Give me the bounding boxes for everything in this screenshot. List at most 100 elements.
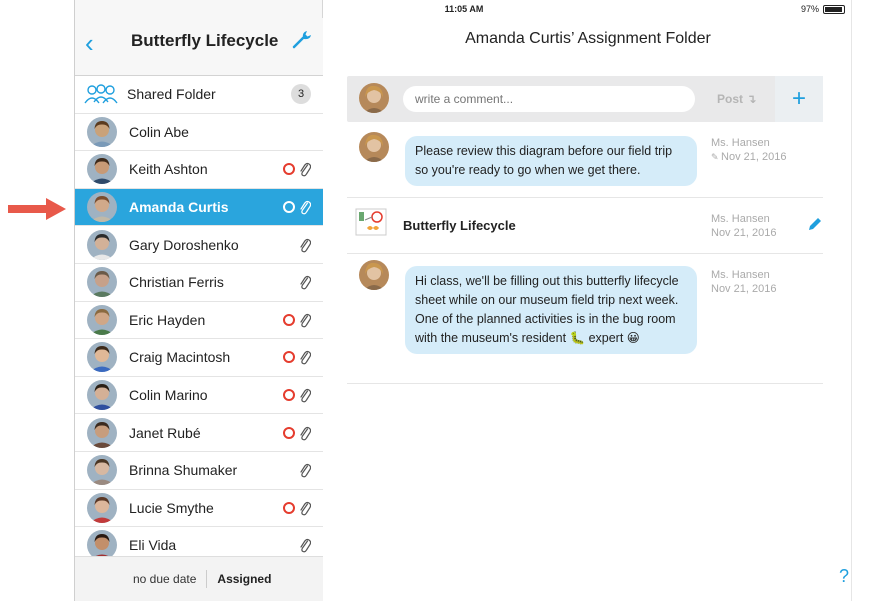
student-avatar xyxy=(87,154,117,185)
student-avatar xyxy=(87,492,117,523)
file-title[interactable]: Butterfly Lifecycle xyxy=(403,218,516,233)
battery-percent: 97% xyxy=(800,4,819,14)
wrench-icon[interactable] xyxy=(291,28,313,50)
student-row[interactable]: Christian Ferris xyxy=(75,263,323,302)
paperclip-icon xyxy=(300,464,311,478)
student-name: Colin Abe xyxy=(129,123,189,140)
student-avatar xyxy=(87,455,117,486)
incomplete-ring-icon xyxy=(283,313,295,326)
shared-folder-row[interactable]: Shared Folder 3 xyxy=(75,76,323,114)
student-name: Brinna Shumaker xyxy=(129,462,238,479)
student-name: Eli Vida xyxy=(129,537,177,554)
student-row[interactable]: Colin Abe xyxy=(75,113,323,152)
status-icons xyxy=(283,425,311,441)
student-avatar xyxy=(87,229,117,260)
student-name: Janet Rubé xyxy=(129,424,201,441)
pointer-arrow-icon xyxy=(8,198,66,220)
status-icons xyxy=(299,237,311,253)
shared-count-badge: 3 xyxy=(291,84,311,105)
incomplete-ring-icon xyxy=(283,163,295,176)
footer-divider xyxy=(206,570,208,588)
student-name: Christian Ferris xyxy=(129,274,224,291)
edit-pencil-icon[interactable] xyxy=(807,216,823,232)
student-name: Gary Doroshenko xyxy=(129,236,239,253)
status-icons xyxy=(283,199,311,215)
student-avatar xyxy=(87,530,117,556)
student-avatar xyxy=(87,304,117,335)
due-date-label[interactable]: no due date xyxy=(133,572,196,586)
student-name: Eric Hayden xyxy=(129,311,206,328)
student-sidebar: ‹ Butterfly Lifecycle Shared Folder 3 Co… xyxy=(75,0,323,601)
comment-author: Ms. Hansen xyxy=(711,269,770,281)
ipad-screen: iPad 11:05 AM 97% ‹ Butterfly Lifecycle xyxy=(74,0,852,601)
back-chevron-icon[interactable]: ‹ xyxy=(85,28,94,59)
comment-bubble: Hi class, we'll be filling out this butt… xyxy=(405,266,697,354)
student-name: Craig Macintosh xyxy=(129,349,231,366)
incomplete-ring-icon xyxy=(283,351,295,364)
paperclip-icon xyxy=(300,539,311,553)
student-row[interactable]: Craig Macintosh xyxy=(75,339,323,377)
comment-bubble: Please review this diagram before our fi… xyxy=(405,136,697,186)
student-avatar xyxy=(87,380,117,411)
post-button[interactable]: Post ↴ xyxy=(717,92,756,106)
student-row[interactable]: Gary Doroshenko xyxy=(75,226,323,264)
student-row[interactable]: Eli Vida xyxy=(75,527,323,556)
student-row[interactable]: Brinna Shumaker xyxy=(75,451,323,490)
student-row[interactable]: Amanda Curtis xyxy=(75,188,323,227)
sidebar-footer: no due date Assigned xyxy=(75,556,323,601)
comment-date: Nov 21, 2016 xyxy=(711,283,777,295)
teacher-avatar xyxy=(359,83,389,113)
status-icons xyxy=(299,537,311,553)
comment-input[interactable] xyxy=(403,86,695,112)
help-button[interactable]: ? xyxy=(839,566,849,587)
paperclip-icon xyxy=(300,426,311,441)
battery-icon xyxy=(823,5,845,14)
student-row[interactable]: Colin Marino xyxy=(75,376,323,415)
status-icons xyxy=(283,349,311,365)
post-arrow-icon: ↴ xyxy=(746,92,757,106)
feed-file[interactable]: Butterfly Lifecycle Ms. Hansen Nov 21, 2… xyxy=(347,198,823,254)
student-row[interactable]: Eric Hayden xyxy=(75,301,323,340)
status-icons xyxy=(283,161,311,177)
teacher-avatar xyxy=(359,260,389,290)
comment-author: Ms. Hansen xyxy=(711,137,770,149)
post-label: Post xyxy=(717,92,744,106)
feed-comment: Please review this diagram before our fi… xyxy=(347,126,823,198)
comment-bar: Post ↴ + xyxy=(347,76,823,122)
folder-title: Amanda Curtis’ Assignment Folder xyxy=(465,30,711,47)
student-row[interactable]: Keith Ashton xyxy=(75,151,323,189)
student-avatar xyxy=(87,192,117,223)
file-author: Ms. Hansen xyxy=(711,213,770,225)
incomplete-ring-icon xyxy=(283,501,295,514)
incomplete-ring-icon xyxy=(283,201,295,214)
worksheet-thumbnail-icon xyxy=(355,208,387,236)
incomplete-ring-icon xyxy=(283,389,295,402)
comment-date-row: ✎ Nov 21, 2016 xyxy=(711,150,786,164)
add-button[interactable]: + xyxy=(775,76,823,122)
comment-meta: Ms. Hansen ✎ Nov 21, 2016 xyxy=(711,136,786,164)
status-icons xyxy=(283,500,311,516)
student-row[interactable]: Janet Rubé xyxy=(75,414,323,452)
student-avatar xyxy=(87,342,117,373)
assigned-filter[interactable]: Assigned xyxy=(217,572,271,586)
paperclip-icon xyxy=(300,388,311,403)
student-row[interactable]: Lucie Smythe xyxy=(75,489,323,528)
student-avatar xyxy=(87,267,117,298)
file-date: Nov 21, 2016 xyxy=(711,227,777,239)
student-name: Keith Ashton xyxy=(129,161,208,178)
status-icons xyxy=(283,387,311,403)
student-avatar xyxy=(87,417,117,448)
paperclip-icon xyxy=(300,351,311,365)
assignment-title: Butterfly Lifecycle xyxy=(131,31,279,50)
status-icons xyxy=(299,274,311,290)
paperclip-icon xyxy=(300,163,311,177)
feed-comment: Hi class, we'll be filling out this butt… xyxy=(347,254,823,384)
teacher-avatar xyxy=(359,132,389,162)
student-name: Colin Marino xyxy=(129,387,208,404)
sidebar-header: ‹ Butterfly Lifecycle xyxy=(75,18,323,76)
student-avatar xyxy=(87,116,117,147)
paperclip-icon xyxy=(300,276,311,290)
paperclip-icon xyxy=(300,313,311,328)
status-icons xyxy=(299,462,311,478)
comment-meta: Ms. Hansen Nov 21, 2016 xyxy=(711,268,776,296)
